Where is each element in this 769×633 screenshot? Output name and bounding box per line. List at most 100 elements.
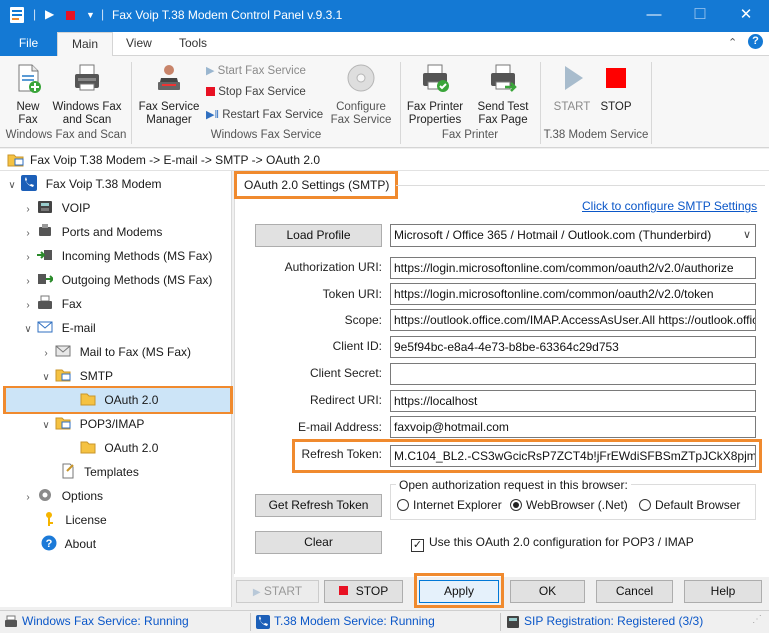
- tree-node-outgoing-methods[interactable]: › Outgoing Methods (MS Fax): [22, 268, 212, 292]
- templates-icon: [62, 463, 74, 479]
- chevron-right-icon: ›: [26, 300, 30, 311]
- close-button[interactable]: ✕: [723, 0, 769, 32]
- tab-view[interactable]: View: [112, 32, 166, 56]
- stop-fax-service-button[interactable]: Stop Fax Service: [206, 86, 306, 98]
- bottom-start-button[interactable]: ▶ START: [236, 580, 319, 603]
- radio-default-browser[interactable]: Default Browser: [639, 498, 740, 512]
- windows-fax-and-scan-button[interactable]: Windows Fax and Scan: [50, 62, 124, 127]
- tree-node-voip[interactable]: › VOIP: [22, 196, 90, 220]
- configure-smtp-link[interactable]: Click to configure SMTP Settings: [582, 199, 757, 213]
- radio-webbrowser-net[interactable]: WebBrowser (.Net): [510, 498, 628, 512]
- fax-printer-properties-button[interactable]: Fax Printer Properties: [404, 62, 466, 127]
- tree-label: Ports and Modems: [61, 225, 163, 239]
- token-uri-field[interactable]: https://login.microsoftonline.com/common…: [390, 283, 756, 305]
- chevron-down-icon: ∨: [42, 420, 50, 431]
- send-test-fax-page-button[interactable]: Send Test Fax Page: [472, 62, 534, 127]
- tree-node-ports-and-modems[interactable]: › Ports and Modems: [22, 220, 162, 244]
- fax-service-manager-button[interactable]: Fax Service Manager: [138, 62, 200, 127]
- collapse-ribbon-icon[interactable]: ⌃: [728, 36, 737, 49]
- new-fax-label: New Fax: [16, 101, 40, 126]
- ribbon-stop-button[interactable]: STOP: [596, 62, 636, 114]
- bottom-stop-label: STOP: [355, 584, 389, 598]
- new-fax-button[interactable]: New Fax: [6, 62, 50, 127]
- client-id-label: Client ID:: [332, 339, 382, 353]
- tree-node-fax[interactable]: › Fax: [22, 292, 82, 316]
- fax-service-status[interactable]: Windows Fax Service: Running: [22, 614, 189, 628]
- quick-start-icon[interactable]: ▶: [45, 7, 54, 21]
- configure-fax-service-button[interactable]: Configure Fax Service: [330, 62, 392, 127]
- chevron-right-icon: ›: [26, 492, 30, 503]
- chevron-down-icon: ∨: [8, 180, 16, 191]
- email-field[interactable]: faxvoip@hotmail.com: [390, 416, 756, 438]
- status-divider: [250, 613, 251, 631]
- use-for-pop3-checkbox[interactable]: ✓ Use this OAuth 2.0 configuration for PO…: [411, 535, 694, 552]
- tab-main[interactable]: Main: [57, 32, 114, 57]
- tree-node-smtp[interactable]: ∨ SMTP: [40, 364, 113, 388]
- gear-icon: [39, 489, 52, 501]
- refresh-token-field[interactable]: M.C104_BL2.-CS3wGcicRsP7ZCT4b!jFrEWdiSFB…: [390, 445, 756, 467]
- tree-node-incoming-methods[interactable]: › Incoming Methods (MS Fax): [22, 244, 212, 268]
- tree-node-oauth-pop3[interactable]: OAuth 2.0: [80, 436, 158, 460]
- quick-access-dropdown-icon[interactable]: ▼: [86, 10, 95, 20]
- info-icon: ?: [41, 535, 57, 551]
- fax-service-manager-label: Fax Service Manager: [138, 101, 200, 126]
- tree-label: Options: [61, 489, 104, 503]
- tab-file[interactable]: File: [0, 32, 57, 56]
- tree-label: License: [65, 513, 107, 527]
- auth-uri-field[interactable]: https://login.microsoftonline.com/common…: [390, 257, 756, 279]
- tree-node-oauth-smtp[interactable]: OAuth 2.0: [6, 388, 230, 412]
- play-icon: ▶: [252, 587, 261, 598]
- chevron-right-icon: ›: [44, 348, 48, 359]
- apply-button[interactable]: Apply: [419, 580, 499, 603]
- tree-node-email[interactable]: ∨ E-mail: [22, 316, 95, 340]
- redirect-uri-field[interactable]: https://localhost: [390, 390, 756, 412]
- folder-mail-icon: [7, 154, 24, 167]
- sip-registration-status[interactable]: SIP Registration: Registered (3/3): [524, 614, 703, 628]
- get-refresh-token-button[interactable]: Get Refresh Token: [255, 494, 382, 517]
- clear-button[interactable]: Clear: [255, 531, 382, 554]
- radio-internet-explorer[interactable]: Internet Explorer: [397, 498, 502, 512]
- send-test-fax-page-label: Send Test Fax Page: [477, 101, 529, 126]
- start-fax-service-button[interactable]: ▶ Start Fax Service: [206, 64, 306, 77]
- resize-grip-icon[interactable]: ⋰: [752, 614, 762, 625]
- quick-stop-icon[interactable]: [66, 11, 75, 20]
- ribbon-divider: [651, 62, 652, 144]
- tree-node-license[interactable]: License: [22, 508, 107, 532]
- radio-icon: [639, 499, 651, 511]
- tree-label: SMTP: [79, 369, 114, 383]
- tree-node-options[interactable]: › Options: [22, 484, 103, 508]
- minimize-button[interactable]: —: [631, 0, 677, 32]
- tree-node-pop3-imap[interactable]: ∨ POP3/IMAP: [40, 412, 144, 436]
- maximize-button[interactable]: ☐: [677, 0, 723, 32]
- tree-label: VOIP: [61, 201, 91, 215]
- client-id-field[interactable]: 9e5f94bc-e8a4-4e73-b8be-63364c29d753: [390, 336, 756, 358]
- tree-node-mail-to-fax[interactable]: › Mail to Fax (MS Fax): [40, 340, 191, 364]
- tree-label: Incoming Methods (MS Fax): [61, 249, 213, 263]
- help-icon[interactable]: ?: [748, 34, 763, 49]
- client-secret-field[interactable]: [390, 363, 756, 385]
- scope-field[interactable]: https://outlook.office.com/IMAP.AccessAs…: [390, 309, 756, 331]
- smtp-folder-icon: [55, 369, 71, 382]
- profile-select[interactable]: Microsoft / Office 365 / Hotmail / Outlo…: [390, 224, 756, 247]
- tab-tools[interactable]: Tools: [165, 32, 221, 56]
- tree-node-root[interactable]: ∨ Fax Voip T.38 Modem: [6, 172, 162, 196]
- email-icon: [37, 321, 53, 333]
- svg-text:?: ?: [46, 538, 53, 550]
- bottom-stop-button[interactable]: STOP: [324, 580, 403, 603]
- tree-label: POP3/IMAP: [79, 417, 145, 431]
- radio-label: Internet Explorer: [413, 498, 502, 512]
- tree-label: About: [64, 537, 97, 551]
- load-profile-button[interactable]: Load Profile: [255, 224, 382, 247]
- tree-node-templates[interactable]: Templates: [40, 460, 139, 484]
- group-label-fax-printer: Fax Printer: [441, 129, 499, 141]
- ok-button[interactable]: OK: [510, 580, 585, 603]
- cancel-button[interactable]: Cancel: [596, 580, 673, 603]
- checkbox-label: Use this OAuth 2.0 configuration for POP…: [429, 535, 694, 549]
- tree-node-about[interactable]: ? About: [22, 532, 96, 556]
- modem-service-status[interactable]: T.38 Modem Service: Running: [274, 614, 435, 628]
- restart-fax-service-button[interactable]: ▶‖ Restart Fax Service: [206, 108, 323, 121]
- ribbon-start-button[interactable]: START: [552, 62, 592, 114]
- help-button[interactable]: Help: [684, 580, 762, 603]
- chevron-right-icon: ›: [26, 276, 30, 287]
- tree-label: Templates: [84, 465, 139, 479]
